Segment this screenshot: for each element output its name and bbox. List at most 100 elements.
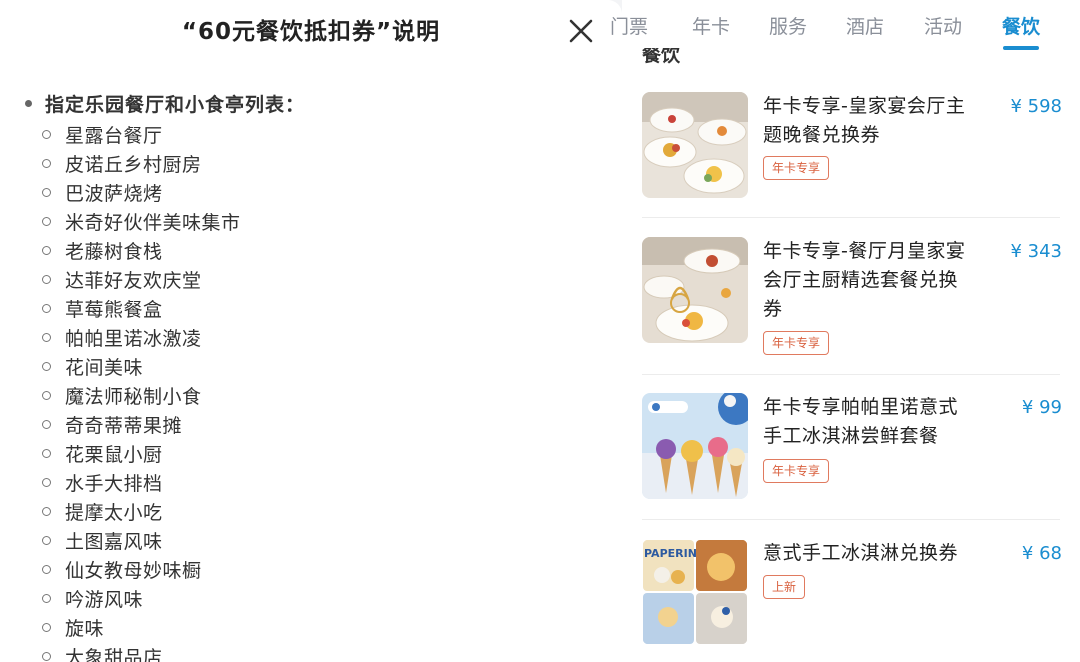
tab-tickets[interactable]: 门票: [610, 12, 648, 39]
divider: [642, 374, 1060, 375]
list-item: 帕帕里诺冰激凌: [20, 323, 600, 352]
list-item: 巴波萨烧烤: [20, 178, 600, 207]
list-item: 提摩太小吃: [20, 497, 600, 526]
close-button[interactable]: [562, 12, 600, 50]
product-badge: 年卡专享: [763, 331, 830, 355]
list-item: 水手大排档: [20, 468, 600, 497]
carriage-dessert-image: [642, 237, 748, 343]
restaurant-name: 帕帕里诺冰激凌: [65, 328, 202, 350]
coupon-explanation-modal: “60元餐饮抵扣券”说明 指定乐园餐厅和小食亭列表： 星露台餐厅 皮诺丘乡村厨房…: [0, 0, 622, 662]
circle-bullet-icon: [42, 565, 51, 574]
restaurant-name: 魔法师秘制小食: [65, 386, 202, 408]
product-card[interactable]: 年卡专享-皇家宴会厅主题晚餐兑换券 ¥ 598 年卡专享: [642, 92, 1062, 237]
restaurant-name: 水手大排档: [65, 473, 163, 495]
list-item: 仙女教母妙味橱: [20, 555, 600, 584]
product-badge: 年卡专享: [763, 156, 830, 180]
list-item: 土图嘉风味: [20, 526, 600, 555]
svg-text:PAPERIN: PAPERIN: [644, 547, 697, 560]
restaurant-name: 老藤树食栈: [65, 241, 163, 263]
category-tab-bar: 门票 年卡 服务 酒店 活动 餐饮: [610, 0, 1080, 52]
list-item: 魔法师秘制小食: [20, 381, 600, 410]
product-price: ¥ 598: [1010, 96, 1062, 117]
restaurant-name: 皮诺丘乡村厨房: [65, 154, 202, 176]
restaurant-name: 花栗鼠小厨: [65, 444, 163, 466]
circle-bullet-icon: [42, 594, 51, 603]
list-item: 达菲好友欢庆堂: [20, 265, 600, 294]
divider: [642, 519, 1060, 520]
restaurant-name: 吟游风味: [65, 589, 144, 611]
tab-dining[interactable]: 餐饮: [1002, 12, 1040, 39]
circle-bullet-icon: [42, 652, 51, 661]
tab-annual-pass[interactable]: 年卡: [692, 12, 730, 39]
product-price: ¥ 68: [1021, 543, 1062, 564]
product-card[interactable]: 年卡专享帕帕里诺意式手工冰淇淋尝鲜套餐 ¥ 99 年卡专享: [642, 393, 1062, 538]
list-item: 旋味: [20, 613, 600, 642]
product-badge: 年卡专享: [763, 459, 830, 483]
circle-bullet-icon: [42, 623, 51, 632]
dinner-plates-image: [642, 92, 748, 198]
restaurant-name: 旋味: [65, 618, 105, 640]
restaurant-name: 米奇好伙伴美味集市: [65, 212, 241, 234]
circle-bullet-icon: [42, 275, 51, 284]
circle-bullet-icon: [42, 362, 51, 371]
list-item: 花间美味: [20, 352, 600, 381]
circle-bullet-icon: [42, 130, 51, 139]
dining-product-panel: 门票 年卡 服务 酒店 活动 餐饮 餐饮 年卡专享-皇家宴会厅主题晚餐兑换券 ¥…: [610, 0, 1080, 662]
product-name: 年卡专享-皇家宴会厅主题晚餐兑换券: [763, 95, 966, 146]
list-item: 星露台餐厅: [20, 120, 600, 149]
product-name: 年卡专享-餐厅月皇家宴会厅主厨精选套餐兑换券: [763, 240, 966, 320]
product-card[interactable]: 年卡专享-餐厅月皇家宴会厅主厨精选套餐兑换券 ¥ 343 年卡专享: [642, 237, 1062, 382]
list-item: 吟游风味: [20, 584, 600, 613]
circle-bullet-icon: [42, 391, 51, 400]
product-price: ¥ 343: [1010, 241, 1062, 262]
section-heading: 餐饮: [642, 48, 680, 68]
product-name: 意式手工冰淇淋兑换券: [763, 542, 959, 564]
list-item: 草莓熊餐盒: [20, 294, 600, 323]
circle-bullet-icon: [42, 420, 51, 429]
screen: “60元餐饮抵扣券”说明 指定乐园餐厅和小食亭列表： 星露台餐厅 皮诺丘乡村厨房…: [0, 0, 1080, 662]
circle-bullet-icon: [42, 507, 51, 516]
restaurant-name: 草莓熊餐盒: [65, 299, 163, 321]
restaurant-name: 花间美味: [65, 357, 144, 379]
restaurant-name: 奇奇蒂蒂果摊: [65, 415, 183, 437]
circle-bullet-icon: [42, 449, 51, 458]
list-item: 米奇好伙伴美味集市: [20, 207, 600, 236]
list-item: 老藤树食栈: [20, 236, 600, 265]
circle-bullet-icon: [42, 536, 51, 545]
restaurant-name: 提摩太小吃: [65, 502, 163, 524]
restaurant-name: 巴波萨烧烤: [65, 183, 163, 205]
restaurant-name: 土图嘉风味: [65, 531, 163, 553]
circle-bullet-icon: [42, 217, 51, 226]
list-heading-row: 指定乐园餐厅和小食亭列表：: [20, 86, 600, 120]
bullet-icon: [25, 99, 32, 107]
restaurant-list: 指定乐园餐厅和小食亭列表： 星露台餐厅 皮诺丘乡村厨房 巴波萨烧烤 米奇好伙伴美…: [20, 86, 600, 662]
list-item: 花栗鼠小厨: [20, 439, 600, 468]
circle-bullet-icon: [42, 159, 51, 168]
restaurant-name: 大象甜品店: [65, 647, 163, 662]
gelato-collage-image: PAPERIN: [642, 539, 748, 645]
active-tab-indicator: [1003, 46, 1039, 50]
ice-cream-cones-image: [642, 393, 748, 499]
modal-title: “60元餐饮抵扣券”说明: [181, 19, 441, 45]
tab-events[interactable]: 活动: [924, 12, 962, 39]
product-badge: 上新: [763, 575, 806, 599]
list-item: 奇奇蒂蒂果摊: [20, 410, 600, 439]
divider: [642, 217, 1060, 218]
close-icon: [569, 19, 593, 43]
product-price: ¥ 99: [1021, 397, 1062, 418]
circle-bullet-icon: [42, 246, 51, 255]
tab-services[interactable]: 服务: [769, 12, 807, 39]
list-heading: 指定乐园餐厅和小食亭列表：: [45, 93, 306, 116]
list-item: 大象甜品店: [20, 642, 600, 662]
tab-hotels[interactable]: 酒店: [846, 12, 884, 39]
circle-bullet-icon: [42, 333, 51, 342]
circle-bullet-icon: [42, 478, 51, 487]
circle-bullet-icon: [42, 304, 51, 313]
restaurant-name: 星露台餐厅: [65, 125, 163, 147]
restaurant-sublist: 星露台餐厅 皮诺丘乡村厨房 巴波萨烧烤 米奇好伙伴美味集市 老藤树食栈 达菲好友…: [20, 120, 600, 662]
section-heading-text: 餐饮: [642, 48, 681, 66]
product-name: 年卡专享帕帕里诺意式手工冰淇淋尝鲜套餐: [763, 396, 959, 447]
restaurant-name: 仙女教母妙味橱: [65, 560, 202, 582]
product-card[interactable]: PAPERIN 意式手工冰淇淋兑换券 ¥ 68 上新: [642, 539, 1062, 662]
circle-bullet-icon: [42, 188, 51, 197]
